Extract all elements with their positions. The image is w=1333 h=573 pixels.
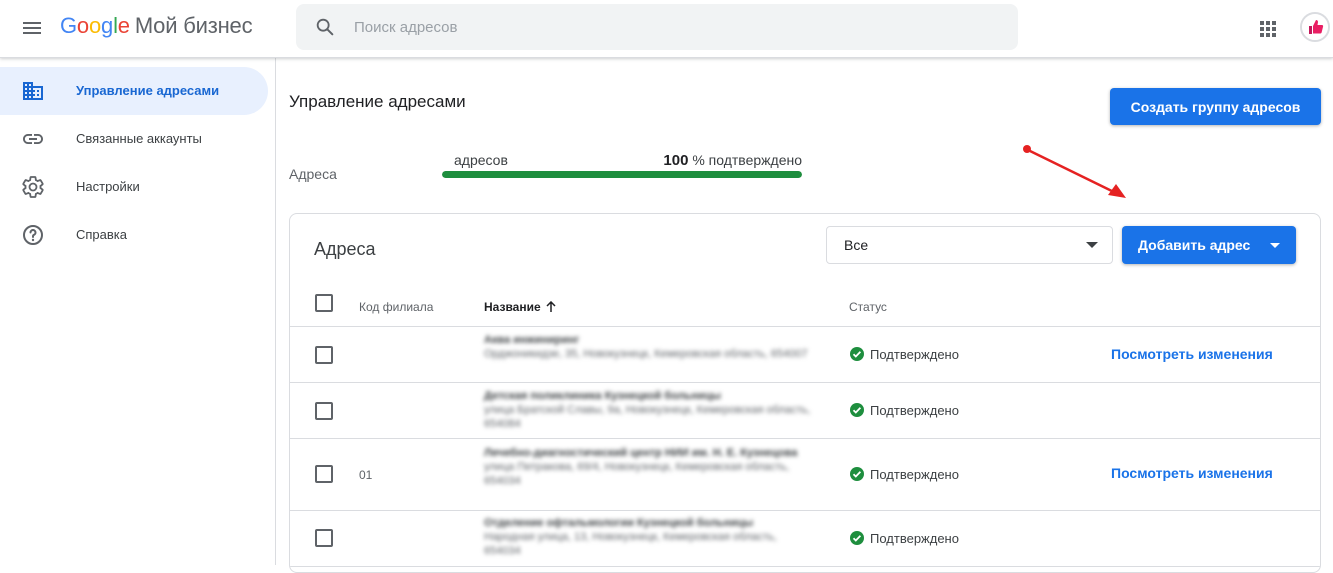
- page-title: Управление адресами: [289, 92, 466, 111]
- annotation-arrow: [1023, 145, 1126, 198]
- search-input[interactable]: [354, 4, 994, 50]
- hamburger-menu-icon[interactable]: [20, 16, 44, 40]
- sidebar-nav: Управление адресами Связанные аккаунты Н…: [0, 58, 276, 565]
- table-row: Детская поликлиника Кузнецкой больницы у…: [290, 383, 1320, 439]
- logo-letter: o: [88, 13, 102, 38]
- location-address: улица Петракова, 69/4, Новокузнецк, Кеме…: [484, 461, 790, 487]
- check-circle-icon: [850, 347, 864, 361]
- status-cell: Подтверждено: [850, 347, 959, 362]
- location-name[interactable]: Лечебно-диагностический центр НИИ им. Н.…: [484, 446, 814, 488]
- check-circle-icon: [850, 403, 864, 417]
- dropdown-caret-icon: [1270, 243, 1280, 248]
- add-location-button[interactable]: Добавить адрес: [1122, 226, 1296, 264]
- sidebar-item-linked-accounts[interactable]: Связанные аккаунты: [0, 115, 268, 163]
- filter-value: Все: [844, 237, 869, 253]
- status-text: Подтверждено: [870, 347, 959, 362]
- sidebar-item-label: Связанные аккаунты: [76, 131, 202, 146]
- location-title: Отделение офтальмологии Кузнецкой больни…: [484, 517, 754, 529]
- check-circle-icon: [850, 531, 864, 545]
- status-text: Подтверждено: [870, 403, 959, 418]
- progress-bar-fill: [442, 171, 802, 178]
- column-header-code[interactable]: Код филиала: [359, 300, 433, 314]
- table-row: Аква инжиниринг Орджоникидзе, 35, Новоку…: [290, 327, 1320, 383]
- card-title: Адреса: [314, 239, 376, 259]
- verification-progress: адресов 100 % подтверждено: [442, 150, 802, 180]
- column-header-status: Статус: [849, 300, 887, 314]
- sidebar-item-manage-locations[interactable]: Управление адресами: [0, 67, 268, 115]
- arrow-up-icon: [546, 301, 556, 312]
- column-header-name-label: Название: [484, 300, 541, 314]
- product-name: Мой бизнес: [134, 13, 253, 38]
- location-title: Детская поликлиника Кузнецкой больницы: [484, 390, 721, 402]
- progress-percent-label: 100 % подтверждено: [663, 152, 802, 169]
- location-name[interactable]: Отделение офтальмологии Кузнецкой больни…: [484, 516, 814, 558]
- logo-letter: o: [76, 13, 89, 38]
- select-all-checkbox[interactable]: [315, 294, 333, 312]
- sidebar-item-help[interactable]: Справка: [0, 211, 268, 259]
- status-filter-select[interactable]: Все: [826, 226, 1113, 264]
- link-icon: [21, 127, 45, 151]
- row-checkbox[interactable]: [315, 402, 333, 420]
- help-icon: [21, 223, 45, 247]
- progress-bar-track: [442, 171, 802, 178]
- row-checkbox[interactable]: [315, 465, 333, 483]
- gear-icon: [21, 175, 45, 199]
- branch-code: 01: [359, 468, 373, 482]
- location-name[interactable]: Детская поликлиника Кузнецкой больницы у…: [484, 389, 814, 431]
- sidebar-item-label: Справка: [76, 227, 127, 242]
- progress-count-label: адресов: [454, 152, 508, 168]
- sidebar-item-settings[interactable]: Настройки: [0, 163, 268, 211]
- check-circle-icon: [850, 467, 864, 481]
- thumbs-up-icon: [1302, 14, 1328, 40]
- status-cell: Подтверждено: [850, 467, 959, 482]
- status-text: Подтверждено: [870, 467, 959, 482]
- location-name[interactable]: Аква инжиниринг Орджоникидзе, 35, Новоку…: [484, 333, 814, 361]
- sidebar-item-label: Управление адресами: [76, 83, 220, 98]
- progress-percent-value: 100: [663, 152, 689, 169]
- apps-grid-icon[interactable]: [1256, 17, 1280, 41]
- progress-percent-suffix: % подтверждено: [692, 152, 802, 168]
- status-text: Подтверждено: [870, 531, 959, 546]
- logo-letter: G: [60, 13, 77, 38]
- location-title: Аква инжиниринг: [484, 334, 580, 346]
- location-address: улица Братской Славы, 9а, Новокузнецк, К…: [484, 404, 811, 430]
- table-row: Отделение офтальмологии Кузнецкой больни…: [290, 511, 1320, 567]
- location-title: Лечебно-диагностический центр НИИ им. Н.…: [484, 447, 798, 459]
- view-changes-link[interactable]: Посмотреть изменения: [1111, 346, 1273, 362]
- locations-card: Адреса Все Добавить адрес Код филиала На…: [289, 213, 1321, 573]
- column-header-name[interactable]: Название: [484, 300, 557, 314]
- logo-letter: g: [101, 13, 114, 38]
- status-cell: Подтверждено: [850, 403, 959, 418]
- location-address: Орджоникидзе, 35, Новокузнецк, Кемеровск…: [484, 348, 808, 360]
- search-bar[interactable]: [296, 4, 1018, 50]
- addresses-summary-label: Адреса: [289, 166, 337, 182]
- add-location-label: Добавить адрес: [1138, 237, 1251, 253]
- create-location-group-button[interactable]: Создать группу адресов: [1110, 88, 1321, 125]
- search-icon[interactable]: [314, 16, 336, 38]
- view-changes-link[interactable]: Посмотреть изменения: [1111, 465, 1273, 481]
- top-app-bar: Google Мой бизнес: [0, 0, 1333, 58]
- table-row: 01 Лечебно-диагностический центр НИИ им.…: [290, 439, 1320, 511]
- chevron-down-icon: [1086, 242, 1098, 248]
- row-checkbox[interactable]: [315, 346, 333, 364]
- building-icon: [21, 79, 45, 103]
- logo-letter: e: [117, 13, 130, 38]
- google-my-business-logo[interactable]: Google Мой бизнес: [60, 13, 253, 39]
- sidebar-item-label: Настройки: [76, 179, 140, 194]
- table-header: Код филиала Название Статус: [290, 286, 1320, 327]
- row-checkbox[interactable]: [315, 529, 333, 547]
- location-address: Народная улица, 13, Новокузнецк, Кемеров…: [484, 531, 777, 557]
- account-avatar[interactable]: [1300, 12, 1330, 42]
- status-cell: Подтверждено: [850, 531, 959, 546]
